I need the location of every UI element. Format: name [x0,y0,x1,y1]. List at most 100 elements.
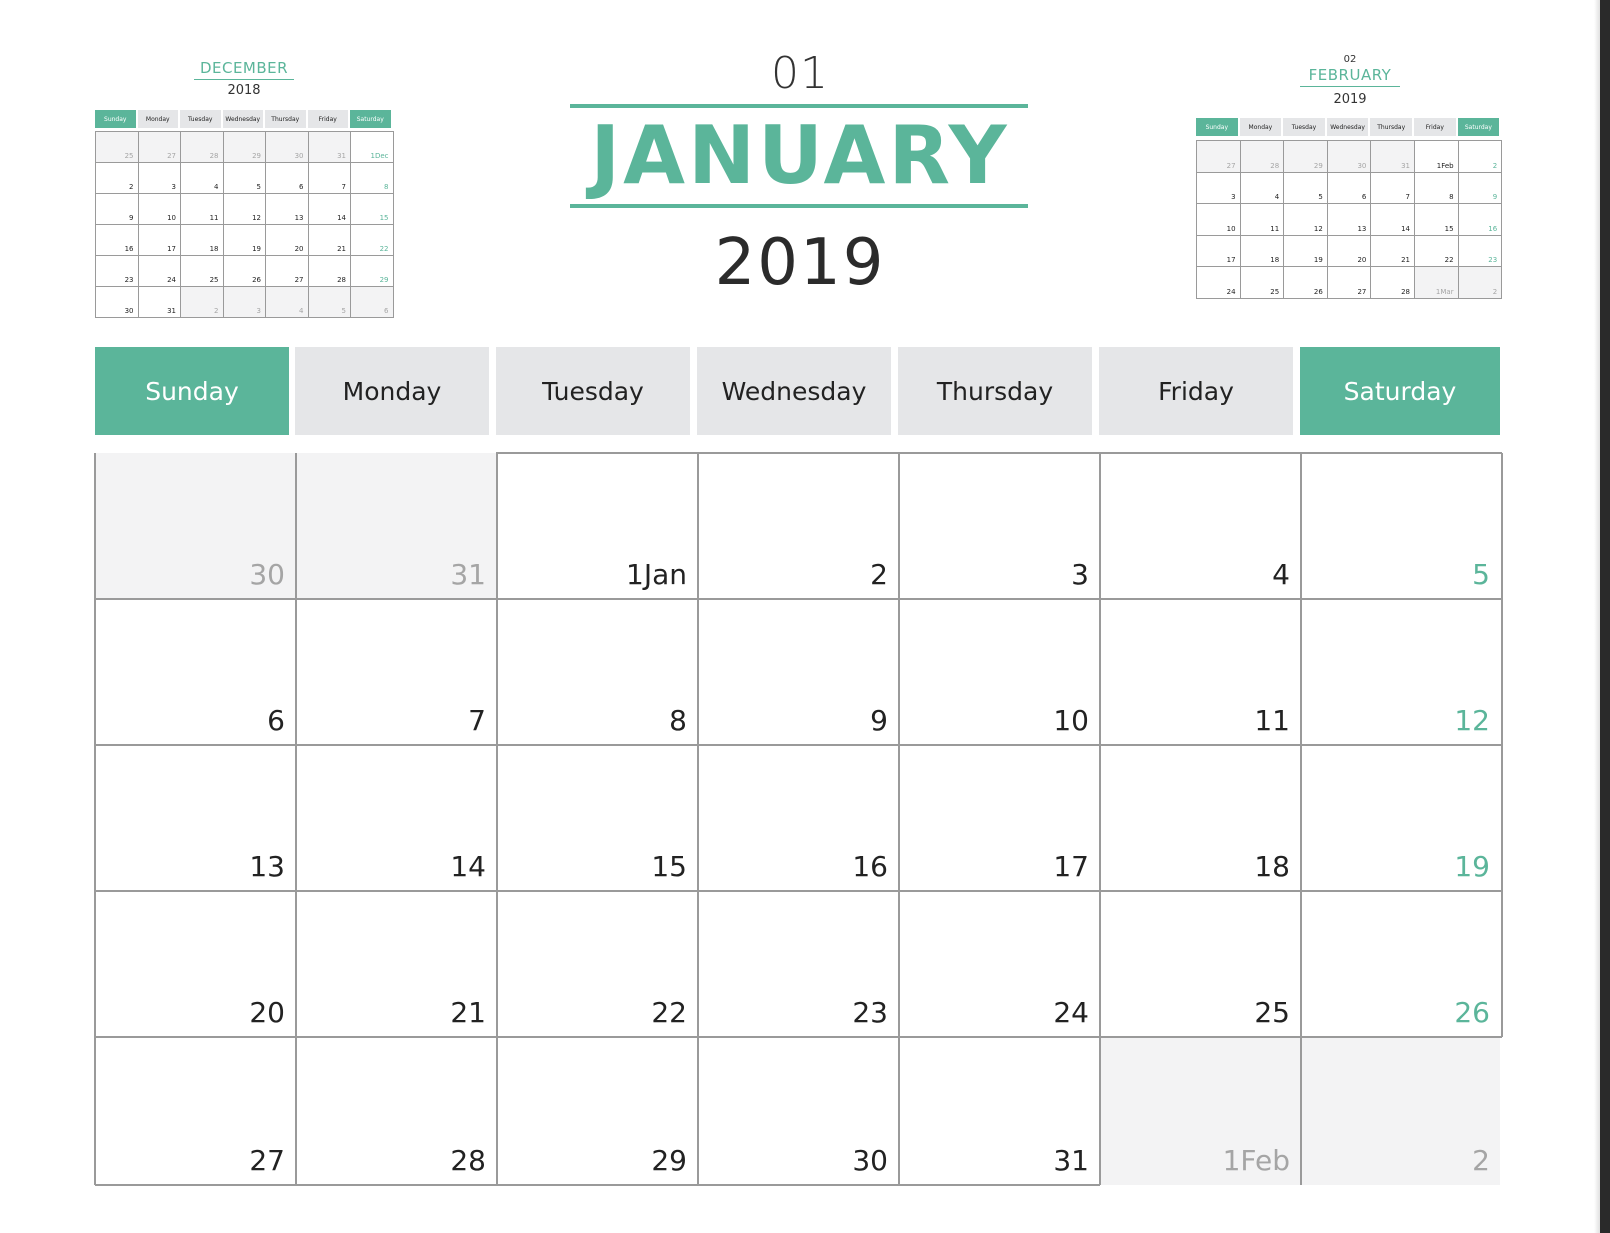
mini-day-cell[interactable]: 25 [96,132,139,163]
mini-day-cell[interactable]: 27 [1327,267,1372,299]
mini-day-cell[interactable]: 1Dec [351,132,394,163]
mini-day-cell[interactable]: 6 [266,163,309,194]
day-cell[interactable]: 30 [697,1037,898,1185]
mini-day-cell[interactable]: 14 [308,194,351,225]
day-cell[interactable]: 29 [496,1037,697,1185]
mini-day-cell[interactable]: 28 [1240,141,1285,173]
day-cell[interactable]: 4 [1099,453,1300,599]
mini-day-cell[interactable]: 26 [223,256,266,287]
mini-day-cell[interactable]: 9 [1458,172,1503,204]
day-cell[interactable]: 31 [295,453,496,599]
mini-day-cell[interactable]: 14 [1371,204,1415,236]
mini-day-cell[interactable]: 13 [266,194,309,225]
mini-day-cell[interactable]: 7 [308,163,351,194]
mini-day-cell[interactable]: 10 [1197,204,1241,236]
day-cell[interactable]: 8 [496,599,697,745]
mini-day-cell[interactable]: 3 [138,163,181,194]
day-cell[interactable]: 28 [295,1037,496,1185]
day-cell[interactable]: 6 [95,599,295,745]
mini-day-cell[interactable]: 23 [96,256,139,287]
mini-day-cell[interactable]: 28 [1371,267,1415,299]
mini-day-cell[interactable]: 9 [96,194,139,225]
day-cell[interactable]: 30 [95,453,295,599]
mini-day-cell[interactable]: 16 [1458,204,1503,236]
mini-day-cell[interactable]: 11 [1240,204,1285,236]
mini-day-cell[interactable]: 7 [1371,172,1415,204]
mini-day-cell[interactable]: 25 [1240,267,1285,299]
mini-day-cell[interactable]: 27 [138,132,181,163]
mini-day-cell[interactable]: 15 [351,194,394,225]
mini-day-cell[interactable]: 30 [96,287,139,318]
mini-day-cell[interactable]: 31 [1371,141,1415,173]
mini-day-cell[interactable]: 24 [1197,267,1241,299]
mini-day-cell[interactable]: 24 [138,256,181,287]
mini-day-cell[interactable]: 21 [1371,235,1415,267]
mini-day-cell[interactable]: 5 [223,163,266,194]
day-cell[interactable]: 26 [1300,891,1500,1037]
mini-day-cell[interactable]: 27 [1197,141,1241,173]
mini-day-cell[interactable]: 15 [1415,204,1459,236]
mini-day-cell[interactable]: 22 [1415,235,1459,267]
day-cell[interactable]: 18 [1099,745,1300,891]
mini-day-cell[interactable]: 4 [1240,172,1285,204]
mini-day-cell[interactable]: 23 [1458,235,1503,267]
day-cell[interactable]: 16 [697,745,898,891]
mini-day-cell[interactable]: 29 [223,132,266,163]
mini-day-cell[interactable]: 16 [96,225,139,256]
mini-day-cell[interactable]: 8 [351,163,394,194]
day-cell[interactable]: 22 [496,891,697,1037]
mini-day-cell[interactable]: 8 [1415,172,1459,204]
mini-day-cell[interactable]: 11 [181,194,224,225]
day-cell[interactable]: 23 [697,891,898,1037]
mini-day-cell[interactable]: 20 [266,225,309,256]
day-cell[interactable]: 7 [295,599,496,745]
mini-day-cell[interactable]: 19 [1284,235,1328,267]
day-cell[interactable]: 24 [898,891,1099,1037]
day-cell[interactable]: 19 [1300,745,1500,891]
day-cell[interactable]: 31 [898,1037,1099,1185]
mini-day-cell[interactable]: 30 [266,132,309,163]
mini-day-cell[interactable]: 25 [181,256,224,287]
day-cell[interactable]: 3 [898,453,1099,599]
day-cell[interactable]: 5 [1300,453,1500,599]
mini-day-cell[interactable]: 17 [138,225,181,256]
day-cell[interactable]: 15 [496,745,697,891]
day-cell[interactable]: 1Jan [496,453,697,599]
mini-day-cell[interactable]: 19 [223,225,266,256]
mini-day-cell[interactable]: 1Feb [1415,141,1459,173]
day-cell[interactable]: 25 [1099,891,1300,1037]
mini-day-cell[interactable]: 18 [1240,235,1285,267]
mini-day-cell[interactable]: 4 [266,287,309,318]
mini-day-cell[interactable]: 20 [1327,235,1372,267]
mini-day-cell[interactable]: 12 [223,194,266,225]
mini-day-cell[interactable]: 12 [1284,204,1328,236]
mini-day-cell[interactable]: 5 [308,287,351,318]
mini-day-cell[interactable]: 30 [1327,141,1372,173]
day-cell[interactable]: 1Feb [1099,1037,1300,1185]
mini-day-cell[interactable]: 17 [1197,235,1241,267]
day-cell[interactable]: 27 [95,1037,295,1185]
day-cell[interactable]: 10 [898,599,1099,745]
mini-day-cell[interactable]: 5 [1284,172,1328,204]
day-cell[interactable]: 9 [697,599,898,745]
mini-day-cell[interactable]: 1Mar [1415,267,1459,299]
mini-day-cell[interactable]: 29 [351,256,394,287]
mini-day-cell[interactable]: 31 [308,132,351,163]
mini-day-cell[interactable]: 21 [308,225,351,256]
mini-day-cell[interactable]: 27 [266,256,309,287]
mini-day-cell[interactable]: 10 [138,194,181,225]
mini-day-cell[interactable]: 3 [223,287,266,318]
mini-day-cell[interactable]: 6 [351,287,394,318]
mini-day-cell[interactable]: 28 [181,132,224,163]
mini-day-cell[interactable]: 18 [181,225,224,256]
mini-day-cell[interactable]: 6 [1327,172,1372,204]
mini-day-cell[interactable]: 4 [181,163,224,194]
mini-day-cell[interactable]: 2 [1458,141,1503,173]
mini-day-cell[interactable]: 3 [1197,172,1241,204]
mini-day-cell[interactable]: 28 [308,256,351,287]
mini-day-cell[interactable]: 29 [1284,141,1328,173]
day-cell[interactable]: 11 [1099,599,1300,745]
day-cell[interactable]: 20 [95,891,295,1037]
mini-day-cell[interactable]: 26 [1284,267,1328,299]
day-cell[interactable]: 2 [1300,1037,1500,1185]
